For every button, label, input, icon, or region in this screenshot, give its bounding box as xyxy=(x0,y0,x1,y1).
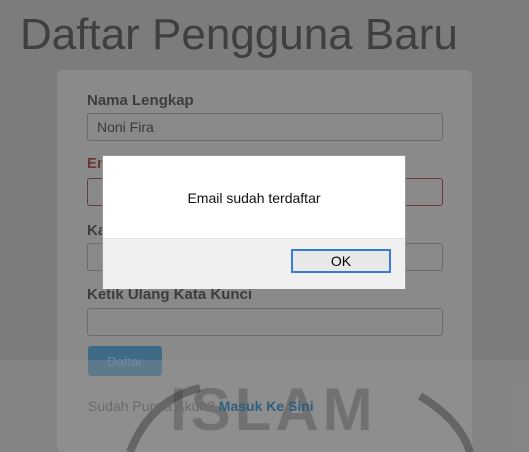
ok-button[interactable]: OK xyxy=(291,249,391,273)
nama-label: Nama Lengkap xyxy=(87,92,194,109)
login-prompt: Sudah Punya Akun? Masuk Ke Sini xyxy=(88,398,314,414)
dialog-body: Email sudah terdaftar xyxy=(103,156,405,238)
alert-dialog: Email sudah terdaftar OK xyxy=(103,156,405,289)
login-prompt-text: Sudah Punya Akun? xyxy=(88,398,215,414)
dialog-footer: OK xyxy=(103,238,405,289)
dialog-message: Email sudah terdaftar xyxy=(187,190,321,206)
login-link[interactable]: Masuk Ke Sini xyxy=(219,398,314,414)
nama-input[interactable] xyxy=(87,113,443,141)
watermark-arc-icon xyxy=(126,384,474,452)
ulang-kata-kunci-input[interactable] xyxy=(87,308,443,336)
page-title: Daftar Pengguna Baru xyxy=(20,10,458,59)
